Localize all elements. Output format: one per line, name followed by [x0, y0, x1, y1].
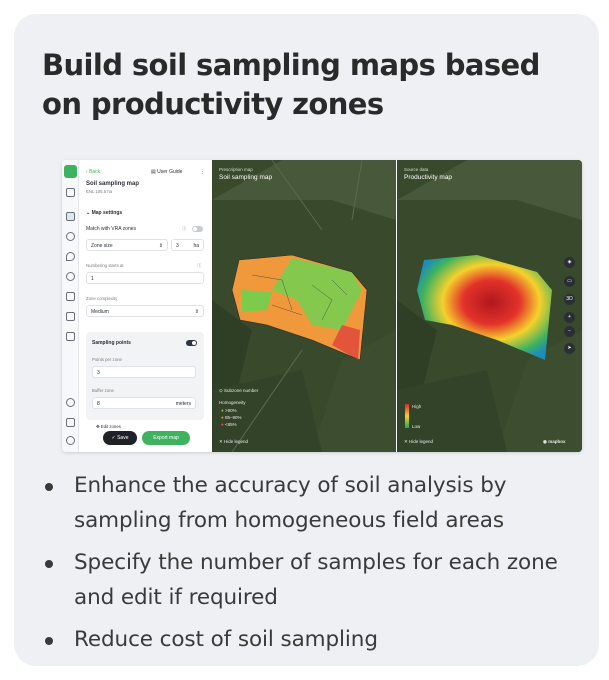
save-button[interactable]: ✓ Save — [103, 431, 137, 445]
zoom-out-button[interactable]: − — [564, 326, 575, 337]
legend-swatch-2: ● — [221, 415, 224, 420]
location-icon[interactable] — [66, 252, 75, 261]
productivity-legend-bar — [405, 404, 409, 428]
benefit-item-3: Reduce cost of soil sampling — [44, 622, 584, 657]
map-settings-label: Map settings — [91, 210, 123, 216]
back-label: Back — [89, 169, 101, 175]
account-icon[interactable] — [66, 436, 75, 445]
info-icon[interactable]: ⓘ — [182, 226, 186, 232]
buffer-zone-value: 8 — [97, 401, 100, 407]
info-icon-2[interactable]: ⓘ — [197, 263, 201, 269]
calendar-icon[interactable] — [66, 188, 75, 197]
zone-size-value: 3 — [176, 243, 179, 249]
grid-icon[interactable] — [66, 312, 75, 321]
legend-high-label: High — [412, 404, 422, 409]
legend-text-1: >90% — [224, 408, 237, 413]
soil-sampling-map-canvas — [212, 160, 396, 452]
hide-legend-left-text: Hide legend — [224, 439, 249, 444]
more-icon[interactable]: ⋮ — [200, 169, 205, 175]
left-map-title: Soil sampling map — [219, 174, 273, 181]
globe-icon[interactable] — [66, 232, 75, 241]
compass-icon[interactable]: ➤ — [564, 343, 575, 354]
save-label: Save — [117, 435, 129, 441]
sampling-points-label: Sampling points — [92, 340, 131, 346]
mapbox-text: mapbox — [548, 439, 566, 444]
legend-low-label: Low — [412, 424, 421, 429]
panel-subtitle: ENL 105.5 ha — [86, 189, 113, 194]
benefit-item-2: Specify the number of samples for each z… — [44, 545, 584, 615]
mapbox-logo: ◉ mapbox — [543, 439, 566, 444]
3d-control[interactable]: 3D — [564, 294, 575, 305]
zone-complexity-select[interactable]: Medium ⇕ — [86, 305, 204, 317]
match-vra-label: Match with VRA zones — [86, 226, 137, 232]
legend-item-1: ● >90% — [221, 408, 237, 413]
help-icon[interactable] — [66, 398, 75, 407]
satellite-icon[interactable] — [66, 272, 75, 281]
right-map-title: Productivity map — [404, 174, 453, 181]
legend-swatch-1: ● — [221, 408, 224, 413]
benefit-item-1: Enhance the accuracy of soil analysis by… — [44, 468, 584, 538]
hide-legend-right[interactable]: ✕ Hide legend — [404, 439, 433, 445]
zone-complexity-label: Zone complexity — [86, 296, 118, 301]
legend-text-2: 85–90% — [224, 415, 242, 420]
points-per-zone-input[interactable]: 3 — [92, 366, 196, 378]
productivity-map-canvas — [397, 160, 582, 452]
app-screenshot: ‹ Back ▤ User Guide ⋮ Soil sampling map … — [62, 160, 582, 452]
tractor-icon[interactable] — [66, 332, 75, 341]
back-link[interactable]: ‹ Back — [86, 169, 100, 175]
zone-size-unit: ha — [193, 243, 199, 249]
user-guide-link[interactable]: ▤ User Guide — [151, 169, 182, 175]
zone-complexity-value: Medium — [91, 309, 109, 315]
app-logo-icon[interactable] — [64, 165, 77, 178]
promo-card: Build soil sampling maps based on produc… — [14, 14, 599, 666]
buffer-zone-label: Buffer zone — [92, 388, 114, 393]
layers-icon[interactable] — [66, 212, 75, 221]
legend-item-3: ● <85% — [221, 422, 237, 427]
legend-swatch-3: ● — [221, 422, 224, 427]
hide-legend-right-text: Hide legend — [409, 439, 434, 444]
match-vra-toggle[interactable] — [192, 226, 203, 232]
export-map-button[interactable]: Export map — [142, 431, 190, 445]
legend-text-3: <85% — [224, 422, 237, 427]
edit-zones-link[interactable]: ✥ Edit zones — [96, 424, 121, 430]
buffer-zone-input[interactable]: 8 meters — [92, 397, 196, 409]
left-map-subtitle: Prescription map — [219, 167, 253, 172]
numbering-label: Numbering starts at — [86, 263, 124, 268]
productivity-map[interactable]: Source data Productivity map High Low ✕ … — [397, 160, 582, 452]
map-settings-header[interactable]: ⌄ Map settings — [86, 210, 122, 216]
document-icon[interactable] — [66, 292, 75, 301]
panel-title: Soil sampling map — [86, 181, 140, 187]
hide-legend-left[interactable]: ✕ Hide legend — [219, 439, 248, 445]
soil-sampling-map[interactable]: Prescription map Soil sampling map ⊙ Sub… — [212, 160, 396, 452]
homogeneity-label: Homogeneity — [219, 400, 246, 405]
updown-icon-2: ⇕ — [194, 309, 199, 315]
zone-size-select[interactable]: Zone size ⇕ — [86, 239, 168, 251]
zoom-in-button[interactable]: + — [564, 312, 575, 323]
user-guide-label: User Guide — [157, 169, 183, 175]
benefits-list: Enhance the accuracy of soil analysis by… — [44, 468, 584, 657]
edit-zones-label: Edit zones — [100, 424, 121, 429]
points-per-zone-label: Points per zone — [92, 357, 122, 362]
settings-panel: ‹ Back ▤ User Guide ⋮ Soil sampling map … — [79, 160, 212, 452]
zone-size-label: Zone size — [91, 243, 113, 249]
subzone-label-text: Subzone number — [224, 388, 259, 393]
layers-control-icon[interactable]: ◈ — [564, 257, 575, 268]
updown-icon: ⇕ — [158, 243, 163, 249]
zone-size-input[interactable]: 3 ha — [171, 239, 204, 251]
sampling-points-section: Sampling points Points per zone 3 Buffer… — [86, 332, 204, 420]
phone-icon[interactable] — [66, 418, 75, 427]
numbering-input[interactable]: 1 — [86, 272, 204, 284]
basemap-control-icon[interactable]: ▭ — [564, 276, 575, 287]
subzone-number-label: ⊙ Subzone number — [219, 388, 259, 393]
right-map-subtitle: Source data — [404, 167, 429, 172]
sampling-points-toggle[interactable] — [186, 340, 197, 346]
buffer-zone-unit: meters — [175, 401, 191, 407]
headline: Build soil sampling maps based on produc… — [42, 48, 540, 121]
legend-item-2: ● 85–90% — [221, 415, 242, 420]
icon-rail — [62, 160, 79, 452]
